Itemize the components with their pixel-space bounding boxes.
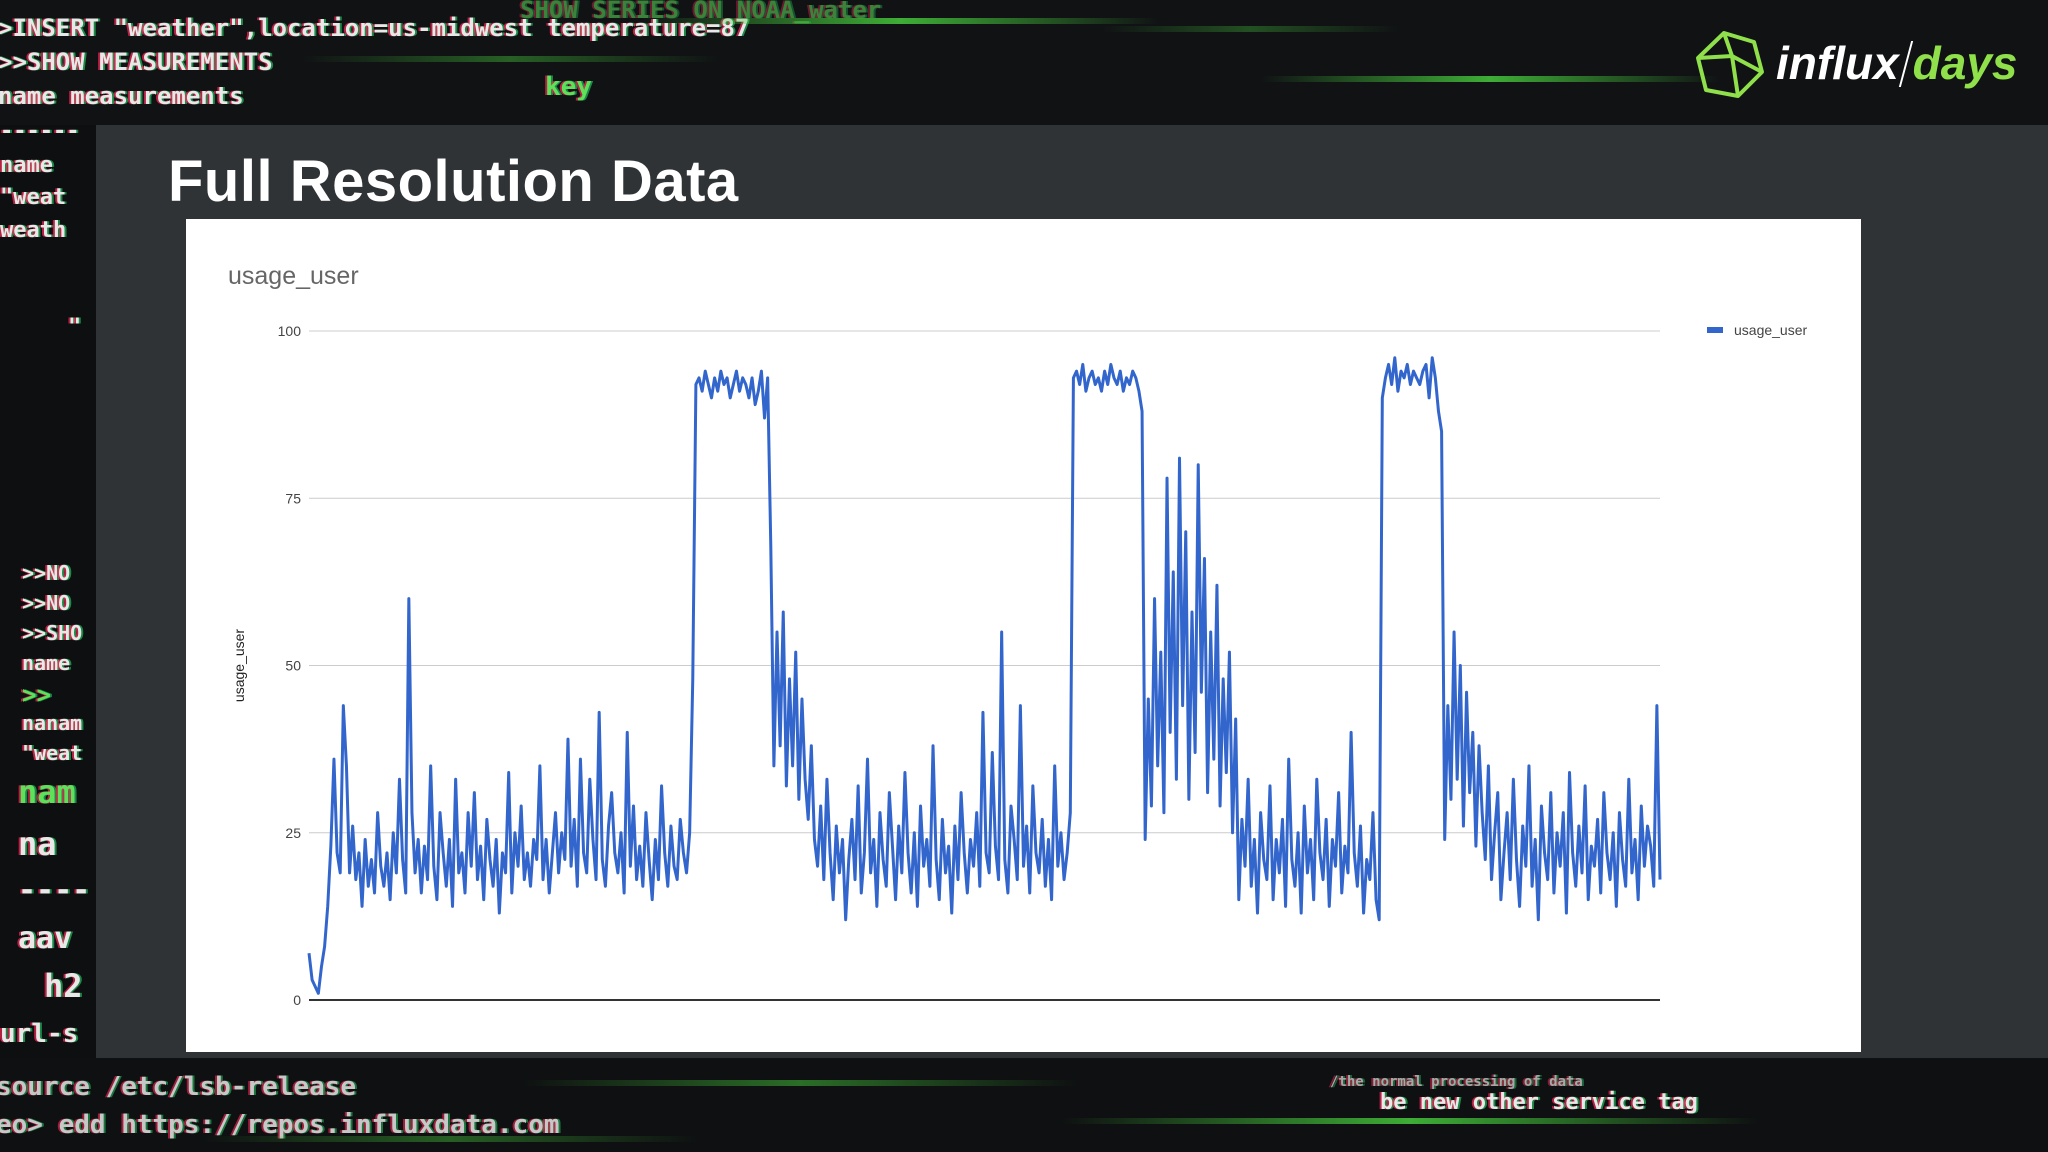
code-line: h2 <box>44 967 83 1005</box>
code-line: be new other service tag <box>1380 1090 1698 1115</box>
code-line: >>SHOW MEASUREMENTS <box>0 48 273 76</box>
code-line: >> <box>22 681 51 709</box>
code-line: "weat <box>0 185 67 210</box>
y-tick-label: 0 <box>293 992 301 1008</box>
code-line: name measurements <box>0 82 244 110</box>
left-code-background: ------ name "weat weath " >>NO >>NO >>SH… <box>0 125 96 1058</box>
legend-label: usage_user <box>1734 322 1808 338</box>
code-line: aav <box>18 921 73 956</box>
code-line: "weat <box>22 741 83 765</box>
y-tick-label: 75 <box>285 490 301 506</box>
y-tick-label: 100 <box>278 323 302 339</box>
y-axis-label: usage_user <box>231 629 247 703</box>
brand-part-1: influx <box>1776 37 1899 89</box>
code-line: ---- <box>18 873 91 908</box>
code-line: na <box>18 825 57 863</box>
code-line: source /etc/lsb-release <box>0 1072 357 1102</box>
code-line: >>SHO <box>22 621 83 645</box>
bottom-code-background: source /etc/lsb-release eo> edd https://… <box>0 1058 2048 1152</box>
code-line: /the normal processing of data <box>1330 1074 1583 1090</box>
brand-wordmark: influx days <box>1776 36 2018 90</box>
code-line: " <box>68 315 82 340</box>
code-line: weath <box>0 218 67 243</box>
code-line: ------ <box>0 125 80 144</box>
legend-swatch <box>1707 327 1723 333</box>
brand-logo: influx days <box>1694 30 2018 100</box>
series-line-usage-user <box>307 356 1662 995</box>
code-line: nanam <box>22 711 83 735</box>
code-line: name <box>22 651 71 675</box>
code-line: key <box>545 72 592 102</box>
brand-part-2: days <box>1912 37 2018 89</box>
influxdays-cube-icon <box>1696 31 1764 98</box>
slide-title: Full Resolution Data <box>168 149 739 214</box>
code-line: >>NO <box>22 591 71 615</box>
code-line: name <box>0 153 53 178</box>
code-line: >>NO <box>22 561 71 585</box>
y-tick-label: 25 <box>285 825 301 841</box>
code-line: nam <box>18 773 76 811</box>
y-tick-label: 50 <box>285 658 301 674</box>
usage-user-line-chart: 0 25 50 75 100 usage_user usage_user <box>231 322 1808 1008</box>
code-line: url-s <box>0 1019 79 1049</box>
